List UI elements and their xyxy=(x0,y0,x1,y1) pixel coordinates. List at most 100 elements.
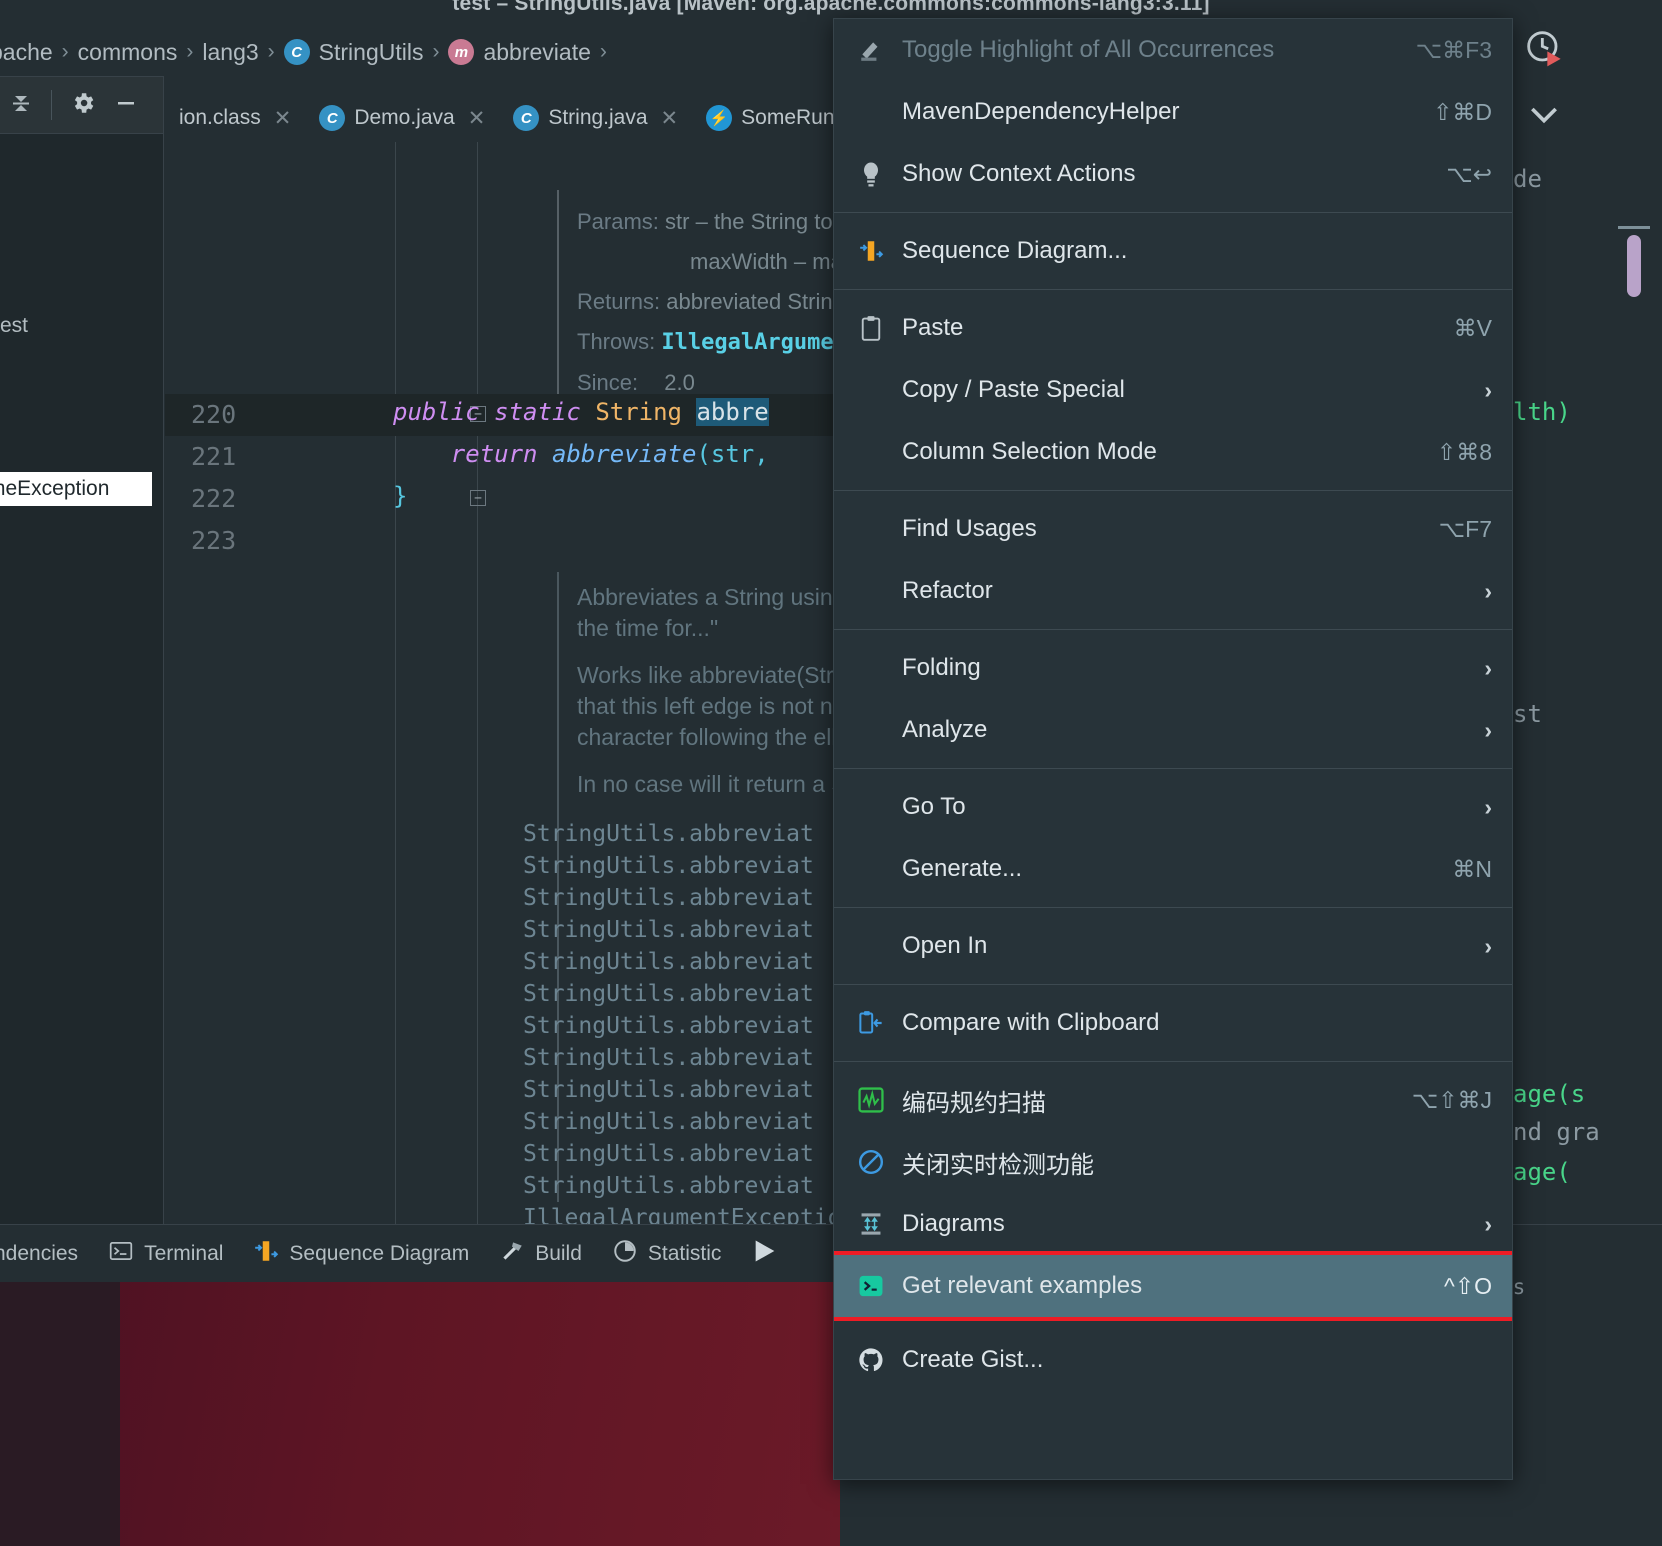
breadcrumb-item-stringutils[interactable]: StringUtils xyxy=(319,39,424,66)
bottom-item-sequence-diagram[interactable]: Sequence Diagram xyxy=(253,1238,469,1270)
javadoc-exception-link[interactable]: IllegalArgumentExcept xyxy=(661,330,845,355)
close-icon[interactable]: ✕ xyxy=(468,106,486,131)
submenu-arrow-icon: › xyxy=(1484,654,1492,681)
menu-item-folding[interactable]: Folding › xyxy=(834,637,1512,699)
terminal-green-icon xyxy=(852,1271,890,1301)
tab-string-java[interactable]: C String.java ✕ xyxy=(499,94,692,142)
menu-item-find-usages[interactable]: Find Usages ⌥F7 xyxy=(834,498,1512,560)
javadoc-value: str – the String to check, n xyxy=(665,209,845,234)
minimize-icon[interactable] xyxy=(114,91,138,120)
sample-line: StringUtils.abbreviat xyxy=(523,949,814,975)
doc-line: Works like abbreviate(String, xyxy=(577,662,845,688)
menu-item-label: Compare with Clipboard xyxy=(902,1009,1160,1036)
clipboard-icon xyxy=(852,313,890,343)
run-icon[interactable] xyxy=(751,1237,779,1271)
menu-item-sequence-diagram[interactable]: Sequence Diagram... xyxy=(834,220,1512,282)
menu-item-maven-dependency-helper[interactable]: MavenDependencyHelper ⇧⌘D xyxy=(834,81,1512,143)
bottom-item-dependencies[interactable]: ndencies xyxy=(0,1242,78,1266)
breadcrumb-item-abbreviate[interactable]: abbreviate xyxy=(483,39,590,66)
menu-separator xyxy=(834,629,1512,630)
context-menu[interactable]: Toggle Highlight of All Occurrences ⌥⌘F3… xyxy=(833,18,1513,1480)
doc-line: Abbreviates a String using ellipses. xyxy=(577,584,845,610)
close-icon[interactable]: ✕ xyxy=(661,106,679,131)
bottom-item-build[interactable]: Build xyxy=(499,1238,582,1270)
menu-item-diagrams[interactable]: Diagrams › xyxy=(834,1193,1512,1255)
code-line-223[interactable]: 223 xyxy=(165,520,845,562)
menu-item-shortcut: ⌘V xyxy=(1453,314,1492,341)
menu-item-code-scan[interactable]: 编码规约扫描 ⌥⇧⌘J xyxy=(834,1069,1512,1131)
sequence-diagram-icon xyxy=(852,236,890,266)
tab-label: String.java xyxy=(548,106,648,129)
tab-demo-java[interactable]: C Demo.java ✕ xyxy=(305,94,499,142)
breadcrumb-item-lang3[interactable]: lang3 xyxy=(202,39,258,66)
menu-item-disable-inspection[interactable]: 关闭实时检测功能 xyxy=(834,1131,1512,1193)
tab-ion-class[interactable]: ion.class ✕ xyxy=(165,94,305,142)
bottom-item-label: Statistic xyxy=(647,1241,722,1265)
menu-item-copy-paste-special[interactable]: Copy / Paste Special › xyxy=(834,359,1512,421)
menu-item-toggle-highlight[interactable]: Toggle Highlight of All Occurrences ⌥⌘F3 xyxy=(834,19,1512,81)
menu-item-go-to[interactable]: Go To › xyxy=(834,776,1512,838)
tab-label: Demo.java xyxy=(354,106,455,129)
menu-item-label: Generate... xyxy=(902,855,1023,882)
code-editor[interactable]: Params: str – the String to check, n max… xyxy=(165,142,845,1224)
menu-item-generate[interactable]: Generate... ⌘N xyxy=(834,838,1512,900)
menu-item-paste[interactable]: Paste ⌘V xyxy=(834,297,1512,359)
menu-item-compare-with-clipboard[interactable]: Compare with Clipboard xyxy=(834,992,1512,1054)
line-number: 221 xyxy=(191,442,237,471)
bottom-item-label: Build xyxy=(535,1241,582,1265)
menu-separator xyxy=(834,984,1512,985)
line-number: 223 xyxy=(191,526,237,555)
menu-item-label: Toggle Highlight of All Occurrences xyxy=(902,36,1275,63)
sample-line: StringUtils.abbreviat xyxy=(523,1141,814,1167)
sample-line: StringUtils.abbreviat xyxy=(523,885,814,911)
bottom-item-run[interactable] xyxy=(751,1237,779,1271)
doc-paragraph-3: In no case will it return a String of le xyxy=(577,769,845,800)
empty-icon-slot xyxy=(852,854,890,884)
fold-marker-icon[interactable]: − xyxy=(470,490,486,506)
java-class-icon: C xyxy=(513,105,540,131)
bottom-item-statistic[interactable]: Statistic xyxy=(612,1238,722,1270)
code-line-220[interactable]: 220 − public static String abbre xyxy=(165,394,845,436)
project-tool-window[interactable]: est meException xyxy=(0,134,164,1224)
diagrams-icon xyxy=(852,1209,890,1239)
collapse-icon[interactable] xyxy=(9,89,33,122)
breadcrumb-item-commons[interactable]: commons xyxy=(78,39,178,66)
menu-item-get-relevant-examples[interactable]: Get relevant examples ^⇧O xyxy=(834,1251,1512,1321)
menu-item-label: 关闭实时检测功能 xyxy=(902,1151,1094,1179)
menu-item-label: Show Context Actions xyxy=(902,160,1136,187)
doc-line: that this left edge is not necessarily xyxy=(577,693,845,719)
doc-line: In no case will it return a String of le xyxy=(577,771,845,797)
menu-item-column-selection-mode[interactable]: Column Selection Mode ⇧⌘8 xyxy=(834,421,1512,483)
bottom-item-label: ndencies xyxy=(0,1241,79,1265)
menu-item-label: Diagrams xyxy=(902,1210,1005,1237)
menu-item-show-context-actions[interactable]: Show Context Actions ⌥↩ xyxy=(834,143,1512,205)
menu-item-create-gist[interactable]: Create Gist... xyxy=(834,1329,1512,1391)
chevron-down-icon[interactable] xyxy=(1524,100,1564,133)
menu-item-label: Go To xyxy=(902,793,966,820)
highlight-pen-icon xyxy=(852,35,890,65)
sample-line: IllegalArgumentException xyxy=(523,1205,845,1224)
breadcrumb-item-pache[interactable]: pache xyxy=(0,39,53,66)
right-code-fragment: de xyxy=(1513,165,1542,193)
menu-item-refactor[interactable]: Refactor › xyxy=(834,560,1512,622)
menu-item-shortcut: ⌥↩ xyxy=(1446,160,1492,187)
tab-label: SomeRunt xyxy=(741,106,841,129)
terminal-icon xyxy=(108,1238,134,1270)
gear-icon[interactable] xyxy=(70,90,96,121)
menu-item-analyze[interactable]: Analyze › xyxy=(834,699,1512,761)
scrollbar-thumb[interactable] xyxy=(1627,235,1641,297)
bottom-item-label: Sequence Diagram xyxy=(289,1241,470,1265)
code-line-221[interactable]: 221 return abbreviate(str, xyxy=(165,436,845,478)
menu-item-label: 编码规约扫描 xyxy=(902,1089,1046,1117)
bolt-icon: ⚡ xyxy=(706,105,733,131)
sample-line: StringUtils.abbreviat xyxy=(523,853,814,879)
menu-item-open-in[interactable]: Open In › xyxy=(834,915,1512,977)
tab-someruntime[interactable]: ⚡ SomeRunt xyxy=(692,94,854,142)
run-with-history-icon[interactable] xyxy=(1524,28,1564,73)
code-line-222[interactable]: 222 − } xyxy=(165,478,845,520)
javadoc-value: 2.0 xyxy=(664,370,695,395)
bottom-item-terminal[interactable]: Terminal xyxy=(108,1238,223,1270)
close-icon[interactable]: ✕ xyxy=(274,106,292,131)
left-panel-selected-item[interactable]: meException xyxy=(0,472,152,506)
statistic-icon xyxy=(612,1238,638,1270)
